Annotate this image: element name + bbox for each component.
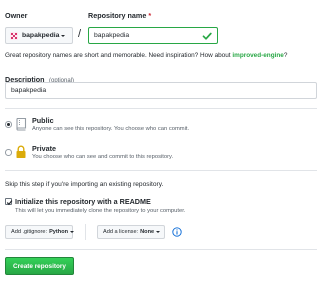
repo-name-label-text: Repository name bbox=[88, 11, 147, 20]
chevron-down-icon bbox=[156, 231, 161, 233]
gitignore-prefix: Add .gitignore: bbox=[11, 229, 48, 235]
skip-note: Skip this step if you're importing an ex… bbox=[5, 181, 164, 188]
license-prefix: Add a license: bbox=[103, 229, 139, 235]
name-suggestion: Great repository names are short and mem… bbox=[5, 52, 287, 59]
readme-desc: This will let you immediately clone the … bbox=[15, 208, 186, 214]
lock-icon bbox=[16, 145, 26, 158]
divider bbox=[5, 108, 317, 109]
divider bbox=[5, 170, 317, 171]
checkmark-icon bbox=[6, 199, 12, 205]
owner-select[interactable]: bapakpedia bbox=[5, 27, 73, 44]
public-title: Public bbox=[32, 116, 54, 125]
private-title: Private bbox=[32, 144, 56, 153]
owner-label: Owner bbox=[5, 11, 28, 20]
suggestion-text: Great repository names are short and mem… bbox=[5, 52, 231, 59]
description-value: bapakpedia bbox=[11, 87, 47, 94]
license-select[interactable]: Add a license: None bbox=[97, 225, 165, 239]
public-radio[interactable] bbox=[5, 121, 12, 128]
private-desc: You choose who can see and commit to thi… bbox=[32, 154, 174, 160]
create-repository-button[interactable]: Create repository bbox=[5, 257, 74, 275]
description-input[interactable]: bapakpedia bbox=[5, 82, 317, 99]
repo-name-label: Repository name * bbox=[88, 11, 151, 20]
private-radio[interactable] bbox=[5, 149, 12, 156]
repo-icon bbox=[16, 117, 27, 131]
owner-avatar bbox=[10, 31, 18, 40]
info-icon[interactable] bbox=[172, 227, 182, 237]
suggested-name[interactable]: improved-engine bbox=[232, 52, 284, 59]
dropdown-separator bbox=[85, 224, 86, 240]
gitignore-select[interactable]: Add .gitignore: Python bbox=[5, 225, 75, 239]
required-mark: * bbox=[148, 11, 152, 20]
public-desc: Anyone can see this repository. You choo… bbox=[32, 126, 190, 132]
owner-name: bapakpedia bbox=[22, 32, 60, 39]
readme-title: Initialize this repository with a README bbox=[15, 197, 151, 206]
license-value: None bbox=[140, 229, 155, 235]
owner-repo-separator: / bbox=[78, 28, 82, 40]
chevron-down-icon bbox=[61, 34, 66, 37]
readme-checkbox[interactable] bbox=[5, 198, 12, 205]
chevron-down-icon bbox=[70, 231, 75, 233]
check-icon bbox=[202, 32, 212, 40]
repo-name-value: bapakpedia bbox=[94, 32, 130, 39]
repo-name-input[interactable]: bapakpedia bbox=[88, 27, 218, 44]
divider bbox=[5, 249, 317, 250]
gitignore-value: Python bbox=[49, 229, 69, 235]
suggestion-suffix: ? bbox=[283, 52, 288, 59]
